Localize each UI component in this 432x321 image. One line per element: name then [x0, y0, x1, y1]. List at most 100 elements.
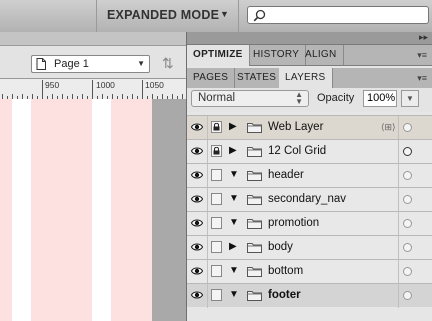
column-divider [207, 212, 208, 236]
chevron-down-icon: ▼ [137, 59, 145, 68]
folder-icon [247, 194, 262, 208]
ruler-tick [92, 80, 93, 99]
column-divider [398, 260, 399, 284]
lock-icon [213, 123, 220, 131]
lock-toggle[interactable] [211, 169, 222, 181]
ruler-label: 1050 [145, 80, 164, 90]
page-select-label: Page 1 [54, 58, 89, 70]
ruler-tick [42, 80, 43, 99]
lock-toggle[interactable] [211, 193, 222, 205]
ruler-label: 950 [45, 80, 60, 90]
tab-pages[interactable]: PAGES [187, 68, 236, 88]
triangle-down-icon[interactable]: ▼ [229, 217, 239, 228]
grid-column [31, 99, 92, 321]
panel-header: ▸▸ [187, 32, 432, 45]
layer-target-icon[interactable] [403, 243, 412, 252]
layer-target-icon[interactable] [403, 171, 412, 180]
triangle-down-icon[interactable]: ▼ [229, 289, 239, 300]
tab-optimize[interactable]: OPTIMIZE [187, 45, 250, 66]
layer-name: bottom [268, 265, 304, 277]
folder-icon [247, 242, 262, 256]
triangle-right-icon[interactable]: ▶ [229, 121, 237, 132]
triangle-down-icon[interactable]: ▼ [229, 265, 239, 276]
layers-panel: ▸▸ OPTIMIZE HISTORY ALIGN ▾≡ PAGES STATE… [186, 32, 432, 321]
eye-icon[interactable] [190, 146, 204, 159]
layer-target-icon[interactable] [403, 123, 412, 132]
column-divider [398, 116, 399, 140]
lock-toggle[interactable] [211, 121, 222, 133]
design-canvas[interactable] [0, 99, 186, 321]
workspace-mode-menu[interactable]: EXPANDED MODE [107, 8, 219, 22]
tab-layers[interactable]: LAYERS [279, 68, 333, 89]
column-divider [207, 260, 208, 284]
triangle-down-icon[interactable]: ▼ [229, 169, 239, 180]
eye-icon[interactable] [190, 170, 204, 183]
folder-icon [247, 290, 262, 304]
layer-row[interactable]: ▼ promotion [187, 211, 432, 236]
opacity-dropdown-button[interactable]: ▼ [401, 90, 419, 107]
folder-icon [247, 170, 262, 184]
blend-mode-label: Normal [198, 92, 236, 104]
layer-name: promotion [268, 217, 320, 229]
toolbar-divider [238, 0, 239, 32]
layer-row[interactable]: ▼ footer [187, 283, 432, 308]
tab-states[interactable]: STATES [231, 68, 284, 88]
layer-row[interactable]: ▼ secondary_nav [187, 187, 432, 212]
lock-toggle[interactable] [211, 145, 222, 157]
triangle-right-icon[interactable]: ▶ [229, 241, 237, 252]
pasteboard [152, 99, 186, 321]
lock-toggle[interactable] [211, 289, 222, 301]
column-divider [207, 188, 208, 212]
layer-row[interactable]: ▶ 12 Col Grid [187, 139, 432, 164]
layer-row[interactable]: ▶ Web Layer ⟨⊞⟩ [187, 115, 432, 140]
layer-target-icon[interactable] [403, 267, 412, 276]
column-divider [398, 284, 399, 308]
up-down-arrows-icon: ▲ ▼ [295, 90, 303, 106]
lock-toggle[interactable] [211, 217, 222, 229]
grid-column [0, 99, 12, 321]
eye-icon[interactable] [190, 122, 204, 135]
column-divider [398, 236, 399, 260]
panel-menu-icon[interactable]: ▾≡ [417, 50, 427, 61]
horizontal-ruler: 950 1000 1050 [0, 78, 186, 100]
chevron-down-icon[interactable]: ▼ [220, 9, 229, 19]
toolbar-divider [96, 0, 97, 32]
layer-target-icon[interactable] [403, 291, 412, 300]
layer-target-icon[interactable] [403, 219, 412, 228]
layer-name: footer [268, 289, 301, 301]
layer-name: 12 Col Grid [268, 145, 327, 157]
panel-tabs-top: OPTIMIZE HISTORY ALIGN ▾≡ [187, 45, 432, 66]
layer-row[interactable]: ▶ body [187, 235, 432, 260]
layer-name: Web Layer [268, 121, 324, 133]
triangle-down-icon[interactable]: ▼ [229, 193, 239, 204]
ruler-label: 1000 [96, 80, 115, 90]
eye-icon[interactable] [190, 218, 204, 231]
eye-icon[interactable] [190, 194, 204, 207]
eye-icon[interactable] [190, 266, 204, 279]
tab-align[interactable]: ALIGN [299, 45, 344, 65]
eye-icon[interactable] [190, 242, 204, 255]
triangle-right-icon[interactable]: ▶ [229, 145, 237, 156]
column-divider [398, 188, 399, 212]
layer-options-row: Normal ▲ ▼ Opacity 100% ▼ [187, 88, 432, 112]
eye-icon[interactable] [190, 290, 204, 303]
folder-icon [247, 218, 262, 232]
layer-target-icon[interactable] [403, 195, 412, 204]
tab-history[interactable]: HISTORY [247, 45, 307, 65]
opacity-input[interactable]: 100% [363, 90, 397, 107]
opacity-label: Opacity [317, 92, 355, 104]
layer-target-icon[interactable] [403, 147, 412, 156]
panel-menu-icon[interactable]: ▾≡ [417, 73, 427, 84]
lock-toggle[interactable] [211, 265, 222, 277]
column-divider [207, 116, 208, 140]
page-toolbar: Page 1 ▼ ⇅ [0, 46, 186, 78]
collapse-panel-icon[interactable]: ▸▸ [419, 32, 428, 43]
page-select[interactable]: Page 1 ▼ [31, 55, 150, 73]
blend-mode-select[interactable]: Normal ▲ ▼ [191, 90, 309, 107]
lock-toggle[interactable] [211, 241, 222, 253]
layer-row[interactable]: ▼ header [187, 163, 432, 188]
search-input[interactable] [247, 6, 429, 24]
column-divider [207, 236, 208, 260]
layer-row[interactable]: ▼ bottom [187, 259, 432, 284]
page-nav-icon[interactable]: ⇅ [162, 55, 174, 72]
